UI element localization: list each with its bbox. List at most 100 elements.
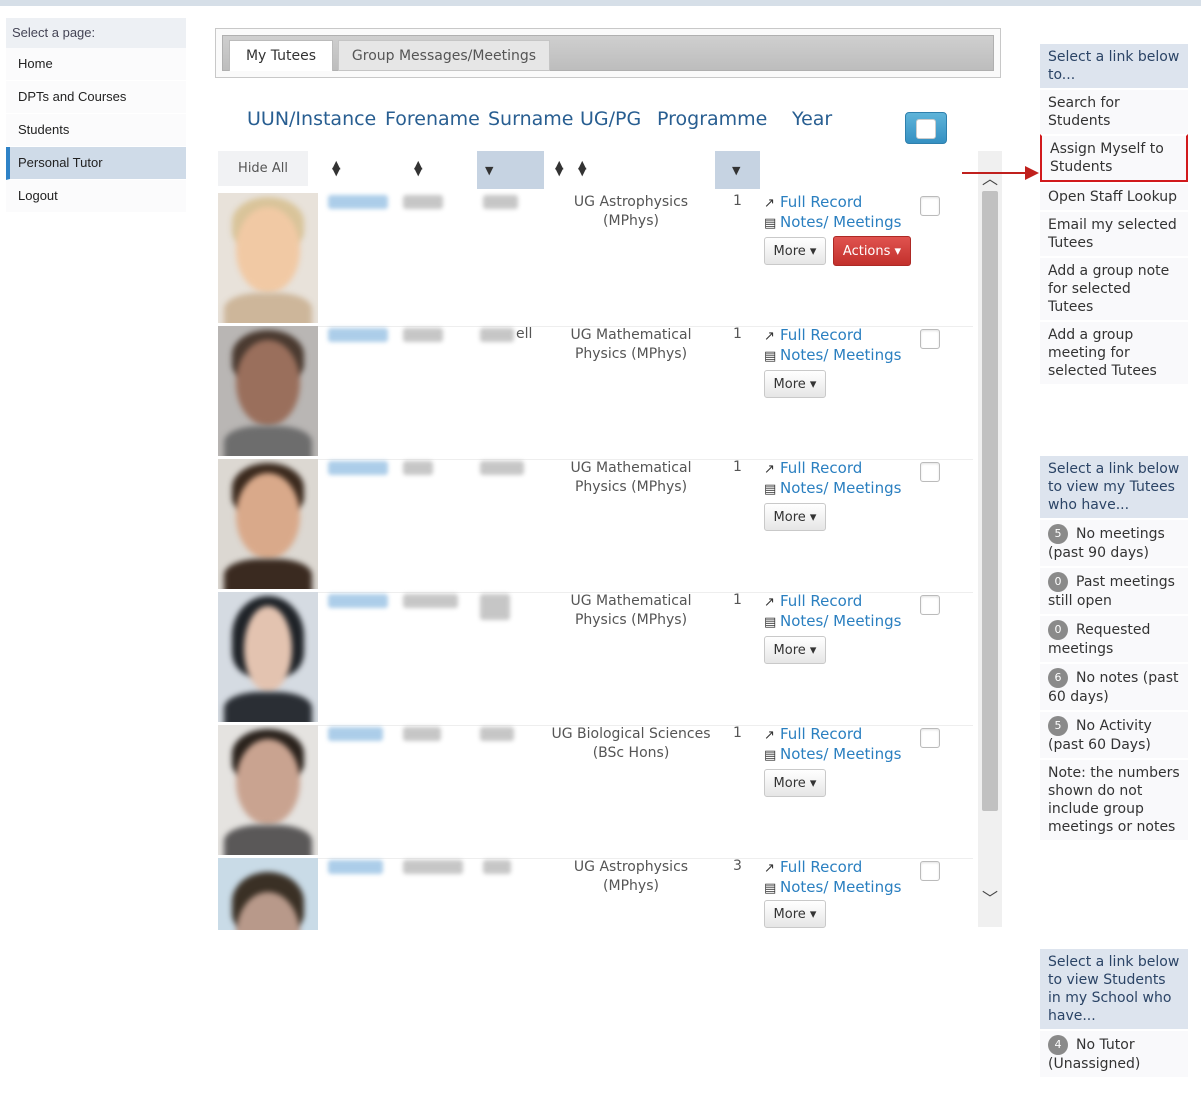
no-tutor-link[interactable]: 4 No Tutor (Unassigned)	[1040, 1029, 1188, 1077]
add-group-note-link[interactable]: Add a group note for selected Tutees	[1040, 256, 1188, 320]
hide-all-button[interactable]: Hide All	[218, 151, 308, 186]
notes-meetings-link[interactable]: ▤ Notes/ Meetings	[764, 479, 901, 499]
table-row: UG Biological Sciences (BSc Hons) 1 ↗ Ful…	[218, 725, 973, 857]
body-shape	[224, 825, 312, 855]
full-record-link[interactable]: ↗ Full Record	[764, 459, 901, 479]
more-label: More	[773, 907, 806, 922]
sort-icon[interactable]: ▲ ▼	[578, 159, 586, 177]
face-shape	[236, 473, 300, 559]
body-shape	[224, 426, 312, 456]
face-shape	[236, 207, 300, 293]
body-shape	[224, 293, 312, 323]
search-students-link[interactable]: Search for Students	[1040, 88, 1188, 134]
more-button[interactable]: More ▾	[764, 636, 826, 664]
row-checkbox[interactable]	[920, 462, 940, 482]
nav-item-logout[interactable]: Logout	[6, 180, 186, 213]
full-record-link[interactable]: ↗ Full Record	[764, 858, 901, 878]
body-shape	[224, 692, 312, 722]
full-record-label: Full Record	[780, 858, 863, 876]
no-notes-link[interactable]: 6 No notes (past 60 days)	[1040, 662, 1188, 710]
nav-item-home[interactable]: Home	[6, 48, 186, 81]
chevron-up-icon[interactable]: ︿	[982, 165, 998, 189]
row-checkbox[interactable]	[920, 728, 940, 748]
full-record-label: Full Record	[780, 592, 863, 610]
select-all-button[interactable]	[905, 112, 947, 144]
row-checkbox[interactable]	[920, 196, 940, 216]
column-programme[interactable]: Programme	[657, 108, 767, 130]
full-record-link[interactable]: ↗ Full Record	[764, 592, 901, 612]
add-group-meeting-link[interactable]: Add a group meeting for selected Tutees	[1040, 320, 1188, 384]
more-button[interactable]: More ▾	[764, 769, 826, 797]
select-all-checkbox	[916, 119, 936, 139]
notes-meetings-link[interactable]: ▤ Notes/ Meetings	[764, 745, 901, 765]
more-label: More	[773, 643, 806, 658]
nav-item-students[interactable]: Students	[6, 114, 186, 147]
past-meetings-open-link[interactable]: 0 Past meetings still open	[1040, 566, 1188, 614]
programme-text: UG Biological Sciences (BSc Hons)	[551, 726, 711, 761]
column-year[interactable]: Year	[792, 108, 832, 130]
more-label: More	[773, 377, 806, 392]
full-record-link[interactable]: ↗ Full Record	[764, 725, 901, 745]
blurred-uun	[328, 461, 388, 475]
blurred-surname	[480, 461, 524, 475]
full-record-link[interactable]: ↗ Full Record	[764, 193, 901, 213]
links-panel: Select a link below to... Search for Stu…	[1040, 44, 1188, 384]
table-row: UG Astrophysics (MPhys) 3 ↗ Full Record ▤…	[218, 858, 973, 930]
count-badge: 0	[1048, 620, 1068, 640]
year-text: 1	[733, 592, 742, 608]
table-row: ell UG Mathematical Physics (MPhys) 1 ↗ F…	[218, 326, 973, 458]
row-checkbox[interactable]	[920, 861, 940, 881]
full-record-link[interactable]: ↗ Full Record	[764, 326, 901, 346]
surname-filter-dropdown[interactable]: ▼	[477, 151, 544, 189]
column-ug-pg[interactable]: UG/PG	[580, 108, 641, 130]
tab-my-tutees[interactable]: My Tutees	[229, 40, 333, 71]
no-meetings-link[interactable]: 5 No meetings (past 90 days)	[1040, 518, 1188, 566]
scrollbar-thumb[interactable]	[982, 191, 998, 811]
chevron-down-icon[interactable]: ﹀	[982, 885, 998, 909]
assign-myself-link[interactable]: Assign Myself to Students	[1040, 134, 1188, 182]
sort-icon[interactable]: ▲ ▼	[414, 159, 422, 177]
requested-meetings-link[interactable]: 0 Requested meetings	[1040, 614, 1188, 662]
notes-meetings-link[interactable]: ▤ Notes/ Meetings	[764, 878, 901, 898]
nav-item-dpts-courses[interactable]: DPTs and Courses	[6, 81, 186, 114]
nav-item-personal-tutor[interactable]: Personal Tutor	[6, 147, 186, 180]
full-record-label: Full Record	[780, 459, 863, 477]
blurred-surname	[480, 594, 510, 620]
notes-icon: ▤	[764, 216, 777, 231]
tutees-panel-header: Select a link below to view my Tutees wh…	[1040, 456, 1188, 518]
notes-meetings-link[interactable]: ▤ Notes/ Meetings	[764, 346, 901, 366]
row-checkbox[interactable]	[920, 595, 940, 615]
body-shape	[224, 559, 312, 589]
top-bar	[0, 0, 1201, 6]
row-checkbox[interactable]	[920, 329, 940, 349]
blurred-surname	[480, 328, 514, 342]
actions-button[interactable]: Actions ▾	[833, 236, 911, 266]
more-button[interactable]: More ▾	[764, 237, 826, 265]
column-surname[interactable]: Surname	[488, 108, 573, 130]
year-filter-dropdown[interactable]: ▼	[715, 151, 760, 189]
more-button[interactable]: More ▾	[764, 370, 826, 398]
column-forename[interactable]: Forename	[385, 108, 480, 130]
programme-text: UG Astrophysics (MPhys)	[573, 194, 689, 229]
column-uun[interactable]: UUN/Instance	[247, 108, 376, 130]
year-text: 1	[733, 193, 742, 209]
open-staff-lookup-link[interactable]: Open Staff Lookup	[1040, 182, 1188, 210]
notes-meetings-link[interactable]: ▤ Notes/ Meetings	[764, 612, 901, 632]
external-link-icon: ↗	[764, 861, 775, 876]
more-button[interactable]: More ▾	[764, 503, 826, 531]
notes-meetings-link[interactable]: ▤ Notes/ Meetings	[764, 213, 901, 233]
count-badge: 4	[1048, 1035, 1068, 1055]
notes-icon: ▤	[764, 881, 777, 896]
notes-meetings-label: Notes/ Meetings	[780, 612, 902, 630]
surname-fragment: ell	[516, 326, 533, 342]
email-selected-tutees-link[interactable]: Email my selected Tutees	[1040, 210, 1188, 256]
more-button[interactable]: More ▾	[764, 900, 826, 928]
blurred-uun	[328, 328, 388, 342]
table-scrollbar[interactable]: ︿ ﹀	[978, 151, 1002, 927]
no-activity-link[interactable]: 5 No Activity (past 60 Days)	[1040, 710, 1188, 758]
sort-icon[interactable]: ▲ ▼	[555, 159, 563, 177]
tab-group-messages[interactable]: Group Messages/Meetings	[338, 40, 550, 71]
caret-down-icon: ▼	[485, 164, 494, 177]
sort-icon[interactable]: ▲ ▼	[332, 159, 340, 177]
count-badge: 5	[1048, 716, 1068, 736]
